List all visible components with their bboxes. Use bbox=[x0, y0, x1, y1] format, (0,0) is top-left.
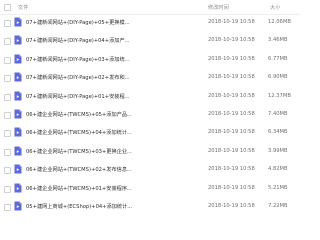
file-size: 12.37MB bbox=[268, 92, 291, 99]
file-name[interactable]: 07+建新闻网站+(DIY-Page)+05+更换模... bbox=[26, 19, 196, 26]
column-header-name[interactable]: 文件 bbox=[18, 4, 28, 11]
column-header-size[interactable]: 大小 bbox=[270, 4, 280, 11]
file-size: 6.90MB bbox=[268, 74, 288, 81]
file-modified-time: 2018-10-19 10:58 bbox=[208, 111, 255, 117]
video-file-icon bbox=[14, 72, 22, 82]
file-row[interactable]: 07+建新闻网站+(DIY-Page)+04+添加产... 2018-10-19 … bbox=[0, 32, 300, 50]
file-modified-time: 2018-10-19 10:58 bbox=[208, 19, 255, 25]
file-modified-time: 2018-10-19 10:58 bbox=[208, 184, 255, 191]
row-checkbox[interactable] bbox=[4, 93, 11, 101]
file-modified-time: 2018-10-19 10:58 bbox=[208, 55, 255, 62]
file-name[interactable]: 05+建网上商城+(ECShop)+04+添加统计... bbox=[26, 203, 196, 210]
row-checkbox[interactable] bbox=[4, 38, 11, 46]
list-header: 文件 修改时间 大小 bbox=[0, 0, 300, 15]
file-name[interactable]: 06+建企业网站+(TWCMS)+05+添加产品... bbox=[26, 111, 196, 118]
video-file-icon bbox=[14, 54, 22, 64]
file-row[interactable]: 07+建新闻网站+(DIY-Page)+05+更换模... 2018-10-19 … bbox=[0, 14, 300, 32]
file-name[interactable]: 07+建新闻网站+(DIY-Page)+03+添加统... bbox=[26, 56, 196, 63]
file-name[interactable]: 07+建新闻网站+(DIY-Page)+04+添加产... bbox=[26, 37, 196, 44]
column-header-modified-time[interactable]: 修改时间 bbox=[208, 4, 229, 11]
video-file-icon bbox=[14, 91, 22, 101]
file-modified-time: 2018-10-19 10:58 bbox=[208, 37, 255, 44]
file-name[interactable]: 06+建企业网站+(TWCMS)+01+安装程序... bbox=[26, 185, 196, 192]
video-file-icon bbox=[14, 146, 22, 156]
row-checkbox[interactable] bbox=[4, 204, 11, 211]
file-modified-time: 2018-10-19 10:58 bbox=[208, 147, 255, 154]
row-checkbox[interactable] bbox=[4, 56, 11, 64]
file-row[interactable]: 05+建网上商城+(ECShop)+04+添加统计... 2018-10-19 1… bbox=[0, 198, 300, 216]
file-size: 5.21MB bbox=[268, 184, 288, 191]
row-checkbox[interactable] bbox=[4, 167, 11, 175]
file-size: 7.22MB bbox=[268, 203, 288, 209]
file-name[interactable]: 06+建企业网站+(TWCMS)+04+添加统计... bbox=[26, 129, 196, 136]
video-file-icon bbox=[14, 109, 22, 119]
row-checkbox[interactable] bbox=[4, 148, 11, 156]
file-size: 7.40MB bbox=[268, 111, 288, 117]
row-checkbox[interactable] bbox=[4, 112, 11, 119]
file-modified-time: 2018-10-19 10:58 bbox=[208, 92, 255, 99]
file-row[interactable]: 06+建企业网站+(TWCMS)+03+更换企业... 2018-10-19 10… bbox=[0, 143, 300, 161]
file-size: 4.82MB bbox=[268, 166, 288, 173]
row-checkbox[interactable] bbox=[4, 20, 11, 27]
file-modified-time: 2018-10-19 10:58 bbox=[208, 203, 255, 209]
file-size: 6.34MB bbox=[268, 129, 288, 136]
file-name[interactable]: 07+建新闻网站+(DIY-Page)+02+发布和... bbox=[26, 74, 196, 81]
video-file-icon bbox=[14, 164, 22, 174]
row-checkbox[interactable] bbox=[4, 130, 11, 138]
video-file-icon bbox=[14, 127, 22, 137]
file-name[interactable]: 07+建新闻网站+(DIY-Page)+01+安装程... bbox=[26, 93, 196, 100]
file-row[interactable]: 06+建企业网站+(TWCMS)+02+发布信息... 2018-10-19 10… bbox=[0, 161, 300, 179]
file-name[interactable]: 06+建企业网站+(TWCMS)+03+更换企业... bbox=[26, 148, 196, 155]
file-row[interactable]: 07+建新闻网站+(DIY-Page)+03+添加统... 2018-10-19 … bbox=[0, 51, 300, 69]
file-size: 12.06MB bbox=[268, 19, 291, 25]
file-row[interactable]: 07+建新闻网站+(DIY-Page)+01+安装程... 2018-10-19 … bbox=[0, 88, 300, 106]
file-modified-time: 2018-10-19 10:58 bbox=[208, 74, 255, 81]
file-modified-time: 2018-10-19 10:58 bbox=[208, 166, 255, 173]
file-size: 3.99MB bbox=[268, 147, 288, 154]
video-file-icon bbox=[14, 201, 22, 211]
video-file-icon bbox=[14, 35, 22, 45]
select-all-checkbox[interactable] bbox=[4, 4, 11, 11]
video-file-icon bbox=[14, 17, 22, 27]
file-size: 3.46MB bbox=[268, 37, 288, 44]
file-size: 6.77MB bbox=[268, 55, 288, 62]
file-row[interactable]: 06+建企业网站+(TWCMS)+04+添加统计... 2018-10-19 10… bbox=[0, 124, 300, 142]
row-checkbox[interactable] bbox=[4, 75, 11, 83]
file-name[interactable]: 06+建企业网站+(TWCMS)+02+发布信息... bbox=[26, 166, 196, 173]
file-row[interactable]: 06+建企业网站+(TWCMS)+01+安装程序... 2018-10-19 10… bbox=[0, 180, 300, 198]
video-file-icon bbox=[14, 183, 22, 193]
file-row[interactable]: 07+建新闻网站+(DIY-Page)+02+发布和... 2018-10-19 … bbox=[0, 69, 300, 87]
file-modified-time: 2018-10-19 10:58 bbox=[208, 129, 255, 136]
row-checkbox[interactable] bbox=[4, 185, 11, 193]
file-list: 文件 修改时间 大小 07+建新闻网站+(DIY-Page)+05+更换模...… bbox=[0, 0, 300, 211]
file-row[interactable]: 06+建企业网站+(TWCMS)+05+添加产品... 2018-10-19 10… bbox=[0, 106, 300, 124]
